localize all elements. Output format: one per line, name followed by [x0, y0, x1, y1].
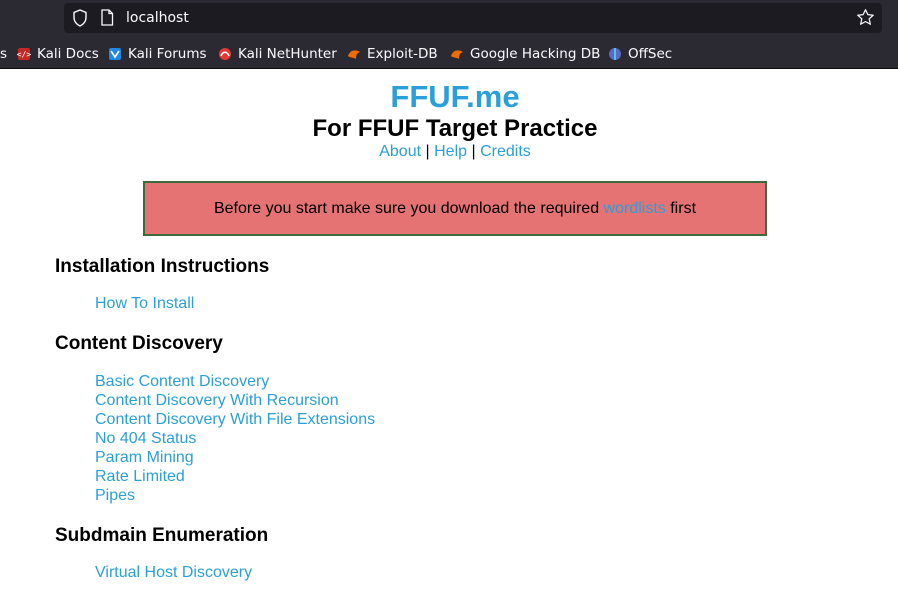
bookmark-label: s: [0, 46, 8, 62]
kali-docs-icon: </>: [17, 47, 31, 61]
bookmark-kali-docs[interactable]: </> Kali Docs: [17, 45, 99, 63]
kali-forums-icon: [108, 47, 122, 61]
svg-text:</>: </>: [17, 50, 31, 59]
list-item: Virtual Host Discovery: [95, 563, 252, 582]
list-item: Param Mining: [95, 448, 375, 467]
wordlists-link[interactable]: wordlists: [604, 200, 666, 217]
section-title-subdomain-enumeration: Subdmain Enumeration: [55, 525, 269, 546]
google-hacking-db-icon: [450, 47, 464, 61]
link-pipes[interactable]: Pipes: [95, 487, 135, 504]
offsec-icon: [608, 47, 622, 61]
bookmark-exploit-db[interactable]: Exploit-DB: [347, 45, 438, 63]
link-basic-content-discovery[interactable]: Basic Content Discovery: [95, 373, 269, 390]
link-virtual-host-discovery[interactable]: Virtual Host Discovery: [95, 564, 252, 581]
nav-about-link[interactable]: About: [379, 143, 421, 160]
section-title-content-discovery: Content Discovery: [55, 333, 223, 354]
page-info-icon[interactable]: [100, 9, 114, 26]
browser-toolbar: localhost: [0, 0, 898, 37]
list-item: Rate Limited: [95, 467, 375, 486]
nav-help-link[interactable]: Help: [434, 143, 467, 160]
bookmark-label: Kali NetHunter: [238, 46, 337, 62]
shield-icon[interactable]: [72, 9, 88, 27]
bookmark-label: Kali Forums: [128, 46, 207, 62]
list-item: How To Install: [95, 294, 194, 313]
bookmark-offsec[interactable]: OffSec: [608, 45, 672, 63]
list-item: Content Discovery With Recursion: [95, 391, 375, 410]
list-item: Basic Content Discovery: [95, 372, 375, 391]
bookmark-star-icon[interactable]: [856, 8, 875, 27]
bookmark-label: Kali Docs: [37, 46, 99, 62]
address-bar[interactable]: localhost: [64, 3, 882, 33]
installation-links: How To Install: [95, 294, 194, 313]
bookmark-kali-forums[interactable]: Kali Forums: [108, 45, 207, 63]
section-title-installation: Installation Instructions: [55, 256, 270, 277]
top-nav: About | Help | Credits: [0, 143, 898, 161]
nav-credits-link[interactable]: Credits: [480, 143, 531, 160]
page-content: FFUF.me For FFUF Target Practice About |…: [0, 70, 898, 613]
bookmark-label: OffSec: [628, 46, 673, 62]
list-item: Content Discovery With File Extensions: [95, 410, 375, 429]
bookmark-google-hacking-db[interactable]: Google Hacking DB: [450, 45, 600, 63]
link-no-404-status[interactable]: No 404 Status: [95, 430, 196, 447]
bookmark-truncated[interactable]: s: [0, 45, 7, 63]
link-param-mining[interactable]: Param Mining: [95, 449, 194, 466]
list-item: Pipes: [95, 486, 375, 505]
content-discovery-links: Basic Content Discovery Content Discover…: [95, 372, 375, 505]
subdomain-enumeration-links: Virtual Host Discovery: [95, 563, 252, 582]
bookmark-label: Google Hacking DB: [470, 46, 601, 62]
link-content-discovery-recursion[interactable]: Content Discovery With Recursion: [95, 392, 339, 409]
site-title: FFUF.me: [390, 79, 520, 114]
wordlist-notice: Before you start make sure you download …: [143, 181, 767, 236]
link-content-discovery-file-extensions[interactable]: Content Discovery With File Extensions: [95, 411, 375, 428]
notice-text-before: Before you start make sure you download …: [213, 200, 600, 217]
link-how-to-install[interactable]: How To Install: [95, 295, 194, 312]
url-text[interactable]: localhost: [126, 10, 189, 26]
notice-text-after: first: [670, 200, 697, 217]
bookmark-kali-nethunter[interactable]: Kali NetHunter: [218, 45, 337, 63]
bookmark-label: Exploit-DB: [367, 46, 438, 62]
nav-separator: |: [471, 143, 476, 160]
list-item: No 404 Status: [95, 429, 375, 448]
bookmarks-toolbar: s </> Kali Docs Kali Forums Kali NetHunt…: [0, 37, 898, 69]
site-subtitle: For FFUF Target Practice: [312, 115, 598, 142]
toolbar-left-area: [0, 0, 60, 37]
nav-separator: |: [425, 143, 430, 160]
kali-nethunter-icon: [218, 47, 232, 61]
link-rate-limited[interactable]: Rate Limited: [95, 468, 185, 485]
exploit-db-icon: [347, 47, 361, 61]
